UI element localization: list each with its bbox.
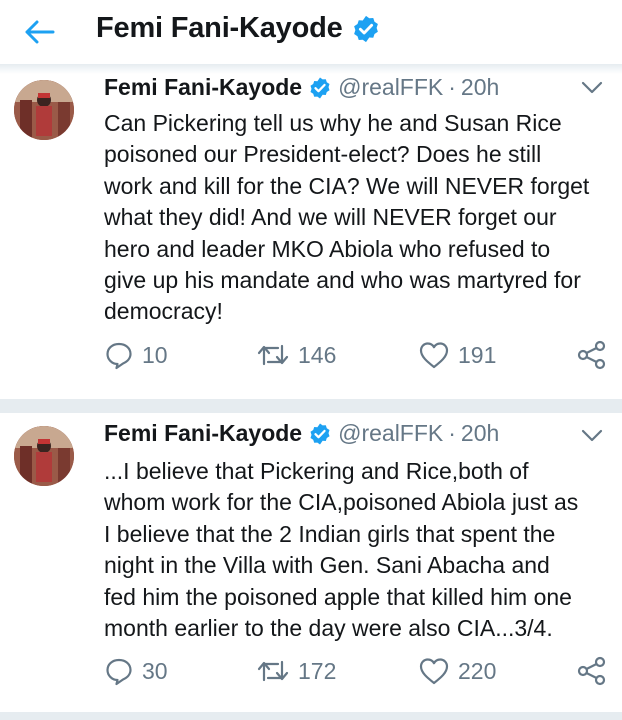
author-name[interactable]: Femi Fani-Kayode [104,74,302,101]
reply-button[interactable]: 10 [104,338,168,372]
tweet-actions: 10 146 191 [104,338,614,372]
like-count: 191 [458,341,497,368]
author-name[interactable]: Femi Fani-Kayode [104,420,302,447]
verified-badge-icon [310,423,330,444]
retweet-count: 146 [298,341,337,368]
avatar-image [14,426,74,486]
avatar-image [14,80,74,140]
tweet-menu-button[interactable] [578,74,606,102]
top-app-bar: Femi Fani-Kayode [0,0,622,64]
retweet-icon [257,660,289,682]
separator-dot: · [448,74,456,100]
tweet-divider [0,712,622,720]
avatar[interactable] [14,426,74,486]
back-button[interactable] [20,12,60,52]
tweet-timestamp[interactable]: 20h [461,74,499,101]
tweet-divider [0,399,622,413]
tweet-text: Can Pickering tell us why he and Susan R… [104,110,590,325]
heart-icon [419,658,449,685]
like-count: 220 [458,657,497,684]
profile-title: Femi Fani-Kayode [96,12,381,45]
verified-badge-icon [310,77,330,98]
chevron-down-icon [581,429,603,442]
reply-count: 10 [142,341,168,368]
tweet-menu-button[interactable] [578,422,606,450]
like-button[interactable]: 220 [418,654,496,688]
retweet-button[interactable]: 172 [256,654,336,688]
reply-icon [106,658,132,686]
retweet-button[interactable]: 146 [256,338,336,372]
retweet-icon [257,344,289,366]
retweet-count: 172 [298,657,337,684]
share-icon [577,656,606,686]
tweet-header: Femi Fani-Kayode @realFFK · 20h [104,74,499,101]
arrow-left-icon [25,20,55,44]
tweet-text: ...I believe that Pickering and Rice,bot… [104,458,579,642]
share-button[interactable] [576,654,608,688]
reply-button[interactable]: 30 [104,654,168,688]
like-button[interactable]: 191 [418,338,496,372]
tweet-actions: 30 172 220 [104,654,614,688]
separator-dot: · [448,420,456,446]
tweet-header: Femi Fani-Kayode @realFFK · 20h [104,420,499,447]
avatar[interactable] [14,80,74,140]
tweet-card[interactable]: Femi Fani-Kayode @realFFK · 20h Can Pick… [0,70,622,400]
tweet-timestamp[interactable]: 20h [461,420,499,447]
share-icon [577,340,606,370]
author-handle[interactable]: @realFFK [338,74,443,101]
profile-name: Femi Fani-Kayode [96,12,343,44]
verified-badge-icon [353,15,378,42]
heart-icon [419,342,449,369]
reply-icon [106,342,132,370]
tweet-card[interactable]: Femi Fani-Kayode @realFFK · 20h ...I bel… [0,414,622,714]
author-handle[interactable]: @realFFK [338,420,443,447]
chevron-down-icon [581,81,603,94]
share-button[interactable] [576,338,608,372]
reply-count: 30 [142,657,168,684]
